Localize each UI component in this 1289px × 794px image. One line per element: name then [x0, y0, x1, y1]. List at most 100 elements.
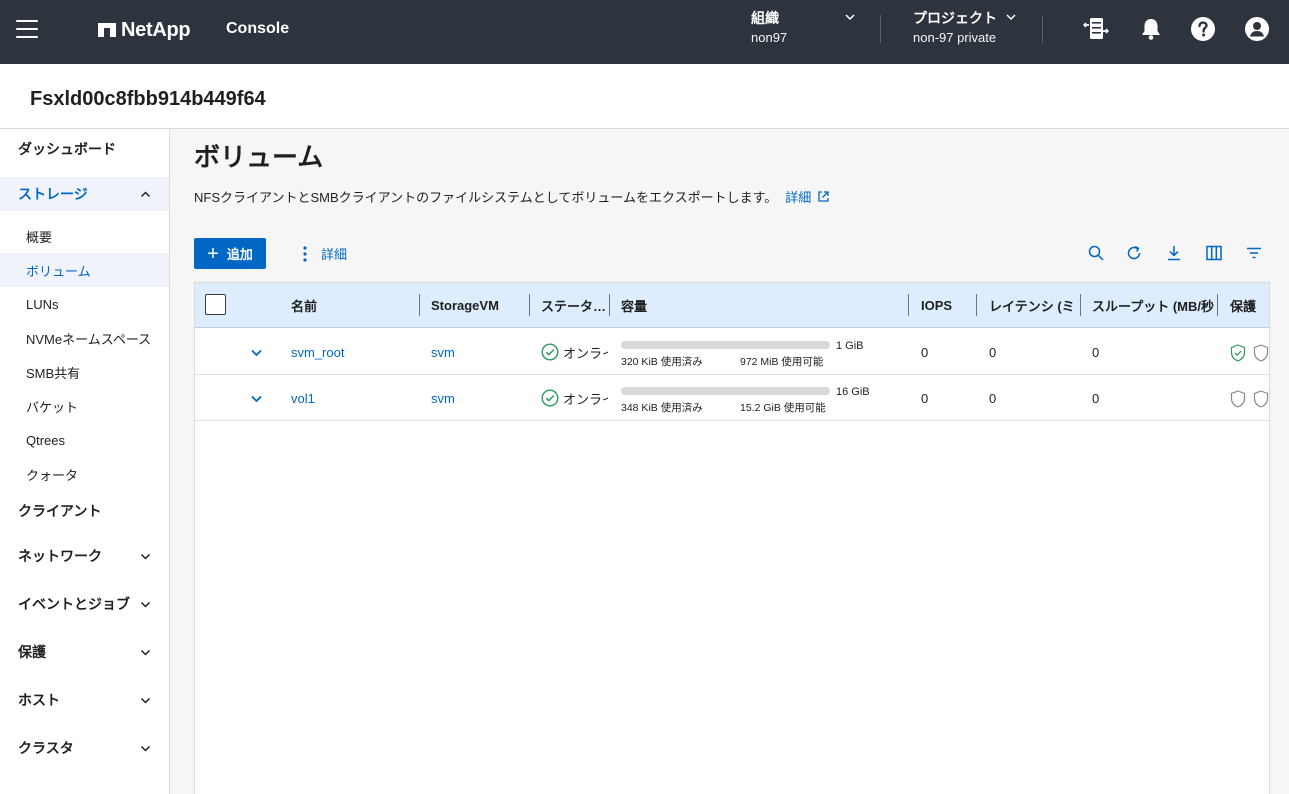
more-actions-label: 詳細: [321, 247, 348, 262]
status-ok-icon: [541, 343, 559, 361]
refresh-icon[interactable]: [1125, 244, 1143, 262]
bell-icon[interactable]: [1138, 16, 1164, 42]
status-text: オンライ: [563, 345, 608, 361]
iops-value: 0: [921, 390, 929, 406]
column-header-label: IOPS: [921, 298, 953, 313]
capacity-cell: 16 GiB 348 KiB 使用済み 15.2 GiB 使用可能: [621, 381, 911, 415]
capacity-available: 972 MiB 使用可能: [740, 356, 824, 368]
page-header: Fsxld00c8fbb914b449f64: [0, 64, 1289, 129]
org-selector[interactable]: 組織 non97: [751, 8, 861, 52]
select-all-checkbox[interactable]: [205, 294, 226, 315]
sidebar-item-protection[interactable]: 保護: [0, 635, 169, 669]
sidebar-item-dashboard[interactable]: ダッシュボード: [0, 132, 169, 166]
storage-vm-link[interactable]: svm: [431, 375, 521, 421]
capacity-bar: [621, 387, 830, 395]
column-resize-handle[interactable]: [609, 294, 610, 316]
sidebar-item-buckets[interactable]: バケット: [0, 389, 169, 423]
shield-icon[interactable]: [1253, 390, 1269, 408]
filter-icon[interactable]: [1245, 244, 1263, 262]
sidebar-item-volumes[interactable]: ボリューム: [0, 253, 169, 287]
column-header-label: 容量: [621, 299, 648, 314]
column-header-latency[interactable]: レイテンシ (ミ: [989, 283, 1075, 328]
help-icon[interactable]: [1190, 16, 1216, 42]
column-header-name[interactable]: 名前: [291, 283, 411, 328]
plus-icon: +: [207, 242, 219, 265]
add-volume-button[interactable]: + 追加: [194, 238, 266, 269]
sidebar-item-quotas[interactable]: クォータ: [0, 457, 169, 491]
divider: [880, 15, 881, 43]
shield-icon[interactable]: [1230, 390, 1246, 408]
column-header-status[interactable]: ステータ…: [541, 283, 607, 328]
sidebar-item-hosts[interactable]: ホスト: [0, 683, 169, 717]
column-header-label: 名前: [291, 299, 318, 314]
sidebar-item-overview[interactable]: 概要: [0, 219, 169, 253]
capacity-total: 1 GiB: [836, 340, 864, 352]
capacity-bar: [621, 341, 830, 349]
throughput-value: 0: [1092, 390, 1100, 406]
menu-icon[interactable]: [16, 20, 38, 38]
sidebar-item-smb-shares[interactable]: SMB共有: [0, 355, 169, 389]
status-text: オンライ: [563, 391, 608, 407]
column-resize-handle[interactable]: [1080, 294, 1081, 316]
volume-name-link[interactable]: vol1: [291, 375, 411, 421]
sidebar-item-nvme-namespaces[interactable]: NVMeネームスペース: [0, 321, 169, 355]
column-header-label: ステータ…: [541, 299, 607, 314]
sidebar-item-label: ダッシュボード: [18, 141, 116, 157]
volume-name-link[interactable]: svm_root: [291, 329, 411, 375]
kebab-menu-icon: [303, 245, 307, 262]
column-resize-handle[interactable]: [908, 294, 909, 316]
sidebar: ダッシュボード ストレージ 概要 ボリューム LUNs NVMeネームスペース …: [0, 129, 170, 794]
chevron-down-icon: [140, 649, 151, 656]
column-header-label: スループット (MB/秒: [1092, 299, 1214, 314]
external-link-icon: [818, 191, 829, 202]
sidebar-item-qtrees[interactable]: Qtrees: [0, 423, 169, 457]
chevron-down-icon: [140, 745, 151, 752]
learn-more-label: 詳細: [785, 190, 812, 205]
sidebar-item-label: クラスタ: [18, 740, 74, 756]
top-bar: NetApp Console 組織 non97 プロジェクト non-97 pr…: [0, 0, 1289, 64]
learn-more-link[interactable]: 詳細: [785, 187, 830, 206]
sidebar-item-network[interactable]: ネットワーク: [0, 539, 169, 573]
column-resize-handle[interactable]: [976, 294, 977, 316]
user-icon[interactable]: [1244, 16, 1270, 42]
capacity-total: 16 GiB: [836, 386, 870, 398]
download-icon[interactable]: [1165, 244, 1183, 262]
column-header-protection[interactable]: 保護: [1230, 283, 1269, 328]
main-content: ボリューム NFSクライアントとSMBクライアントのファイルシステムとしてボリュ…: [170, 129, 1289, 794]
column-resize-handle[interactable]: [529, 294, 530, 316]
capacity-cell: 1 GiB 320 KiB 使用済み 972 MiB 使用可能: [621, 335, 911, 369]
column-header-storagevm[interactable]: StorageVM: [431, 283, 526, 328]
status-ok-icon: [541, 389, 559, 407]
sidebar-item-label: ネットワーク: [18, 548, 102, 564]
capacity-used: 320 KiB 使用済み: [621, 356, 703, 368]
table-row[interactable]: svm_root svm オンライ 1 GiB 320 KiB 使用済み 972…: [195, 329, 1269, 375]
column-header-throughput[interactable]: スループット (MB/秒: [1092, 283, 1214, 328]
more-actions-button[interactable]: 詳細: [302, 244, 347, 263]
table-row[interactable]: vol1 svm オンライ 16 GiB 348 KiB 使用済み 15.2 G…: [195, 375, 1269, 421]
search-icon[interactable]: [1087, 244, 1105, 262]
chevron-down-icon: [140, 601, 151, 608]
netapp-logo[interactable]: NetApp: [98, 18, 191, 42]
sidebar-item-clients[interactable]: クライアント: [0, 494, 169, 528]
column-resize-handle[interactable]: [419, 294, 420, 316]
column-header-iops[interactable]: IOPS: [921, 283, 975, 328]
connector-icon[interactable]: [1083, 16, 1109, 42]
column-resize-handle[interactable]: [1217, 294, 1218, 316]
console-title: Console: [226, 20, 290, 37]
latency-value: 0: [989, 390, 997, 406]
sidebar-item-label: SMB共有: [26, 365, 81, 381]
sidebar-item-events-jobs[interactable]: イベントとジョブ: [0, 587, 169, 621]
expand-row-icon[interactable]: [250, 346, 263, 359]
sidebar-item-cluster[interactable]: クラスタ: [0, 731, 169, 765]
expand-row-icon[interactable]: [250, 392, 263, 405]
column-header-capacity[interactable]: 容量: [621, 283, 901, 328]
sidebar-item-luns[interactable]: LUNs: [0, 287, 169, 321]
storage-vm-link[interactable]: svm: [431, 329, 521, 375]
shield-check-icon[interactable]: [1230, 344, 1246, 362]
project-selector[interactable]: プロジェクト non-97 private: [913, 8, 1023, 52]
columns-icon[interactable]: [1205, 244, 1223, 262]
description-text: NFSクライアントとSMBクライアントのファイルシステムとしてボリュームをエクス…: [194, 190, 778, 205]
sidebar-item-label: 保護: [18, 644, 46, 660]
shield-icon[interactable]: [1253, 344, 1269, 362]
sidebar-item-storage[interactable]: ストレージ: [0, 177, 169, 211]
